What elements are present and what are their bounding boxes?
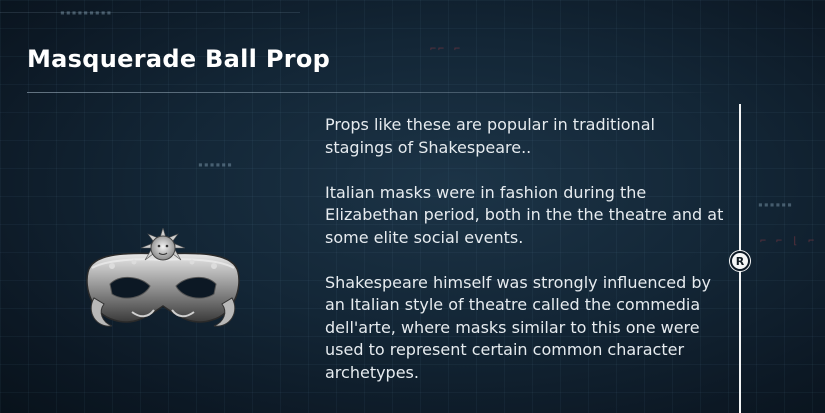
item-title: Masquerade Ball Prop [27,45,331,73]
top-decoration-line [0,12,300,13]
decorative-dots: ▪▪▪▪▪▪ [198,160,233,169]
scroll-button-prompt[interactable]: R [730,251,750,271]
description-paragraph: Shakespeare himself was strongly influen… [325,272,711,382]
decorative-glyphs: ⌐⌐ ⌐ [430,44,463,55]
title-divider [27,92,717,93]
decorative-dots: ▪▪▪▪▪▪▪▪▪ [60,8,113,17]
description-paragraph: Props like these are popular in traditio… [325,115,655,157]
item-description: Props like these are popular in traditio… [325,114,725,407]
venetian-mask-icon [82,226,244,348]
description-paragraph: Italian masks were in fashion during the… [325,182,724,247]
decorative-glyphs: ⌐ ⌐ ⌊ ⌐ [760,236,817,247]
decorative-dots: ▪▪▪▪▪▪ [758,200,793,209]
